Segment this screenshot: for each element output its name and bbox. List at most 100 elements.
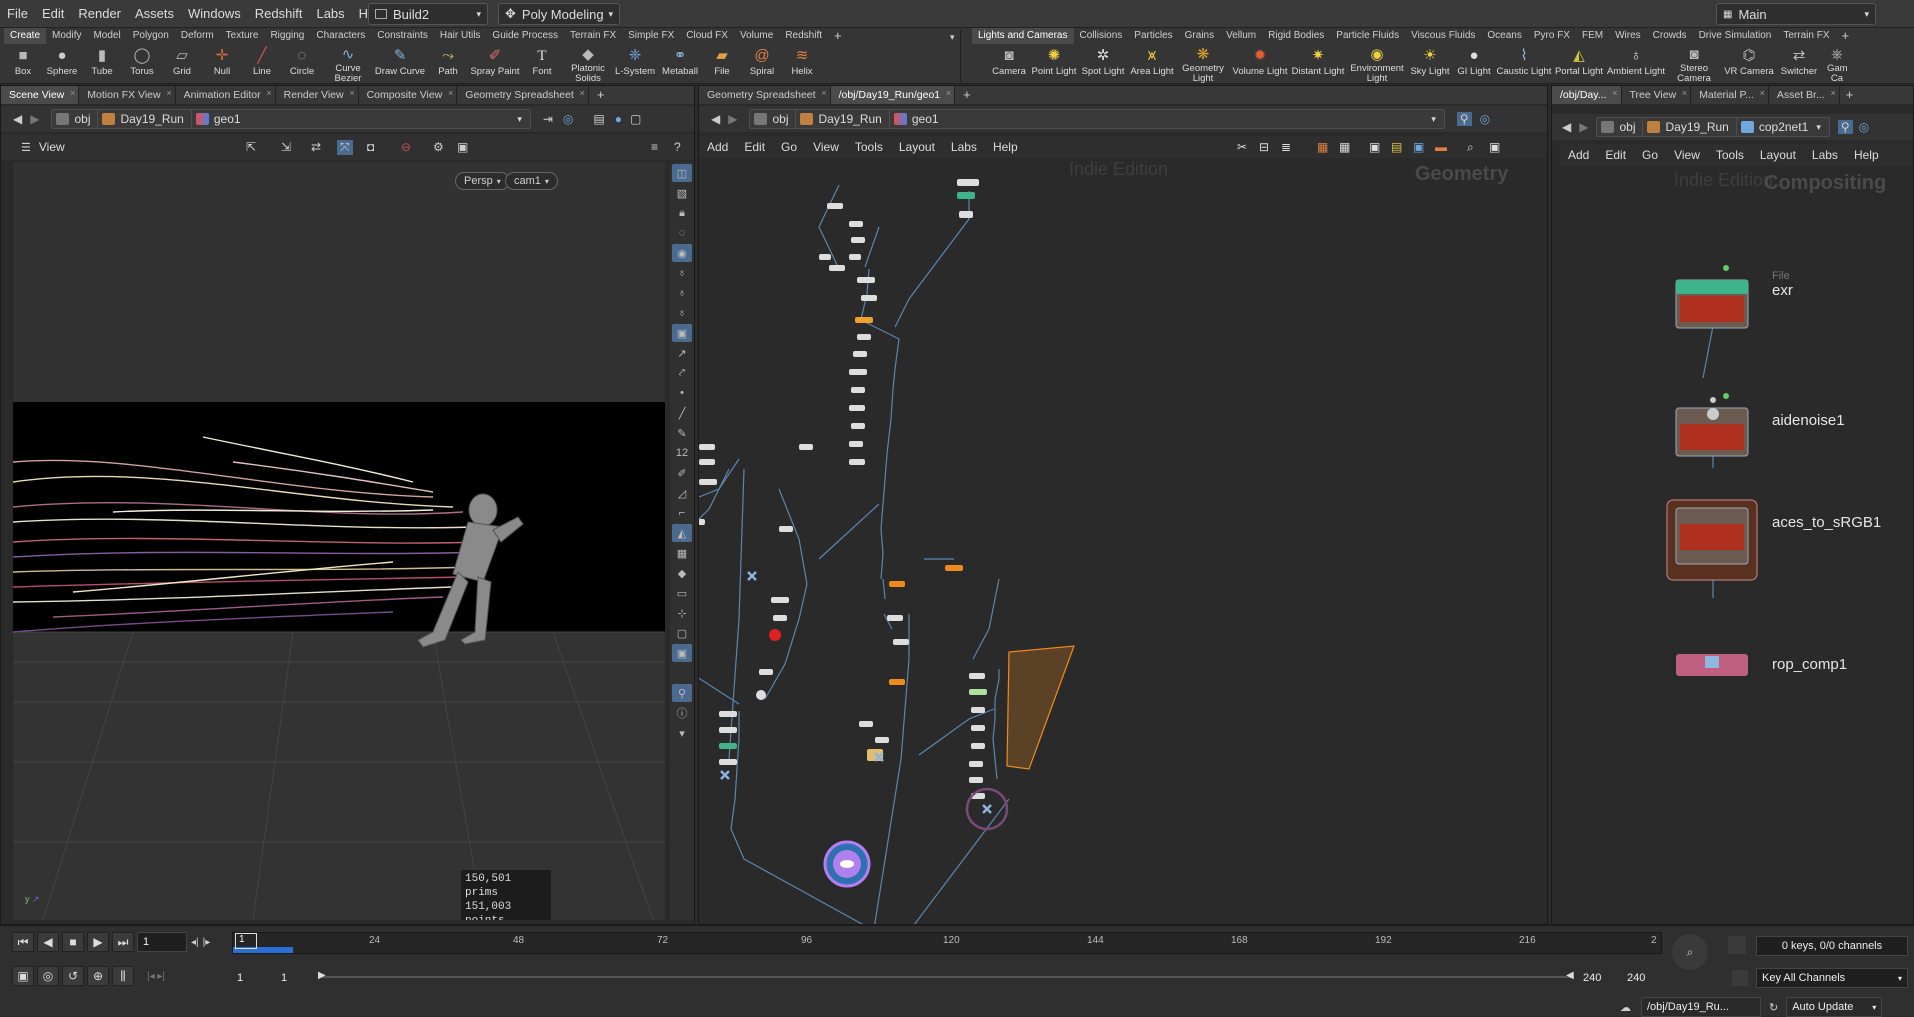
crumb-cop2net1[interactable]: cop2net1 ▾ [1735,117,1830,137]
handle-tool-icon[interactable]: ⇄ [311,140,321,154]
forward-arrow-icon[interactable]: ▶ [1579,120,1588,134]
crumb-obj[interactable]: obj [1596,117,1645,137]
tab-obj-day[interactable]: /obj/Day... × [1552,86,1622,104]
shelf-tab-texture[interactable]: Texture [220,28,265,44]
audio-icon[interactable]: ◎ [37,966,59,986]
add-tab-button[interactable]: + [589,86,613,104]
tab-network-geo1[interactable]: /obj/Day19_Run/geo1 × [830,86,956,104]
light-icon[interactable]: ♁ [672,264,692,282]
crumb-day19-run[interactable]: Day19_Run [1642,117,1738,137]
shelf-tab-modify[interactable]: Modify [46,28,87,44]
close-icon[interactable]: × [821,88,826,98]
menu-view[interactable]: View [1666,148,1708,162]
tab-geometry-spreadsheet-2[interactable]: Geometry Spreadsheet × [699,86,831,104]
step-start-icon[interactable]: |◂ ▸| [147,971,165,982]
persp-menu[interactable]: Persp ▾ [455,172,510,190]
tool-grid[interactable]: ▱ Grid [162,46,202,84]
tool-point-light[interactable]: ✺ Point Light [1030,46,1078,84]
tool-volume-light[interactable]: ✹ Volume Light [1230,46,1290,84]
menu-tools[interactable]: Tools [847,140,891,154]
update-mode[interactable]: Auto Update ▾ [1786,997,1883,1017]
menu-edit[interactable]: Edit [1597,148,1634,162]
menu-tools[interactable]: Tools [1708,148,1752,162]
tab-geometry-spreadsheet[interactable]: Geometry Spreadsheet × [457,86,589,104]
menu-redshift[interactable]: Redshift [248,6,310,21]
shelf-tab-characters[interactable]: Characters [310,28,371,44]
close-icon[interactable]: × [1612,88,1617,98]
shadow-icon[interactable]: ♁ [672,304,692,322]
ghost-icon[interactable]: ◌ [672,224,692,242]
tab-tree-view[interactable]: Tree View × [1622,86,1692,104]
close-icon[interactable]: × [1830,88,1835,98]
tool-curve-bezier[interactable]: ∿ Curve Bezier [322,46,374,84]
go-end-button[interactable]: ⏭ [112,932,134,952]
crumb-obj[interactable]: obj [51,109,100,129]
menu-add[interactable]: Add [699,140,736,154]
add-tab-button[interactable]: + [955,86,979,104]
play-button[interactable]: ▶ [87,932,109,952]
tool-sphere[interactable]: ● Sphere [42,46,82,84]
view-tool-icon[interactable]: ⤧ [337,139,353,155]
shelf-menu-arrow[interactable]: ▾ [950,32,955,43]
tool-distant-light[interactable]: ✷ Distant Light [1290,46,1346,84]
rop-node-label[interactable]: rop_comp1 [1772,656,1847,673]
comp-network-editor[interactable]: Indie Edition Compositing File exr aiden… [1560,168,1912,920]
frame-icon[interactable]: ▭ [672,584,692,602]
menu-help[interactable]: Help [985,140,1026,154]
audio-scrub-dial[interactable]: ⌕ [1672,934,1708,970]
help-icon[interactable]: ? [674,140,681,154]
tool-switcher[interactable]: ⇄ Switcher [1776,46,1822,84]
layout-icon[interactable]: ▤ [593,112,604,126]
shelf-tab-guide-process[interactable]: Guide Process [486,28,564,44]
menu-go[interactable]: Go [773,140,805,154]
menu-assets[interactable]: Assets [128,6,181,21]
shelf-tab-deform[interactable]: Deform [175,28,220,44]
add-tab-button[interactable]: + [1840,86,1860,104]
crumb-day19-run[interactable]: Day19_Run [97,109,193,129]
maximize-icon[interactable]: ▢ [630,112,641,126]
shelf-tab-collisions[interactable]: Collisions [1074,28,1129,44]
close-icon[interactable]: × [266,88,271,98]
tool-tube[interactable]: ▮ Tube [82,46,122,84]
pin-icon[interactable]: ⇥ [543,112,553,126]
close-icon[interactable]: × [70,88,75,98]
exr-node-label[interactable]: exr [1772,282,1793,299]
tool-portal-light[interactable]: ◭ Portal Light [1552,46,1606,84]
chevron-down-icon[interactable]: ▾ [1431,114,1436,125]
close-icon[interactable]: × [1760,88,1765,98]
close-icon[interactable]: × [166,88,171,98]
forward-arrow-icon[interactable]: ▶ [728,112,737,126]
shelf-tab-simple-fx[interactable]: Simple FX [622,28,680,44]
viewer-menu-icon[interactable]: ☰ [21,141,31,154]
menu-labs[interactable]: Labs [1804,148,1846,162]
surface-icon[interactable]: ◭ [672,524,692,542]
tool-spiral[interactable]: @ Spiral [742,46,782,84]
tool-circle[interactable]: ◌ Circle [282,46,322,84]
loop-icon[interactable]: ↺ [62,966,84,986]
refresh-icon[interactable]: ↻ [1769,1001,1778,1014]
shelf-tab-redshift[interactable]: Redshift [779,28,828,44]
pin-icon[interactable]: ⚲ [1456,112,1472,126]
network-box-icon[interactable]: ▬ [1427,140,1455,154]
menu-layout[interactable]: Layout [891,140,943,154]
aces-node-label[interactable]: aces_to_sRGB1 [1772,514,1881,531]
menu-file[interactable]: File [0,6,35,21]
dot-icon[interactable]: • [672,384,692,402]
shelf-tab-rigid-bodies[interactable]: Rigid Bodies [1262,28,1330,44]
cloud-icon[interactable]: ☁ [1620,1001,1631,1014]
shelf-tab-crowds[interactable]: Crowds [1647,28,1693,44]
start-frame-field[interactable]: 1 [232,968,272,988]
menu-edit[interactable]: Edit [736,140,773,154]
camera-view-icon[interactable]: ▣ [1481,140,1508,154]
chevron-down-icon[interactable]: ▾ [1816,122,1821,133]
point-display-icon[interactable]: ⤤ [672,364,692,382]
tool-path[interactable]: ⤳ Path [426,46,470,84]
shelf-tab-particles[interactable]: Particles [1128,28,1178,44]
shelf-tab-fem[interactable]: FEM [1576,28,1609,44]
snapshot-icon[interactable]: ▣ [457,140,468,154]
info-icon[interactable]: ⓘ [672,704,692,722]
link-icon[interactable]: ◎ [1859,120,1869,134]
mesh-icon[interactable]: ▦ [672,544,692,562]
key-options-icon[interactable] [1728,936,1746,954]
step-back-icon[interactable]: ◂| [191,937,199,948]
